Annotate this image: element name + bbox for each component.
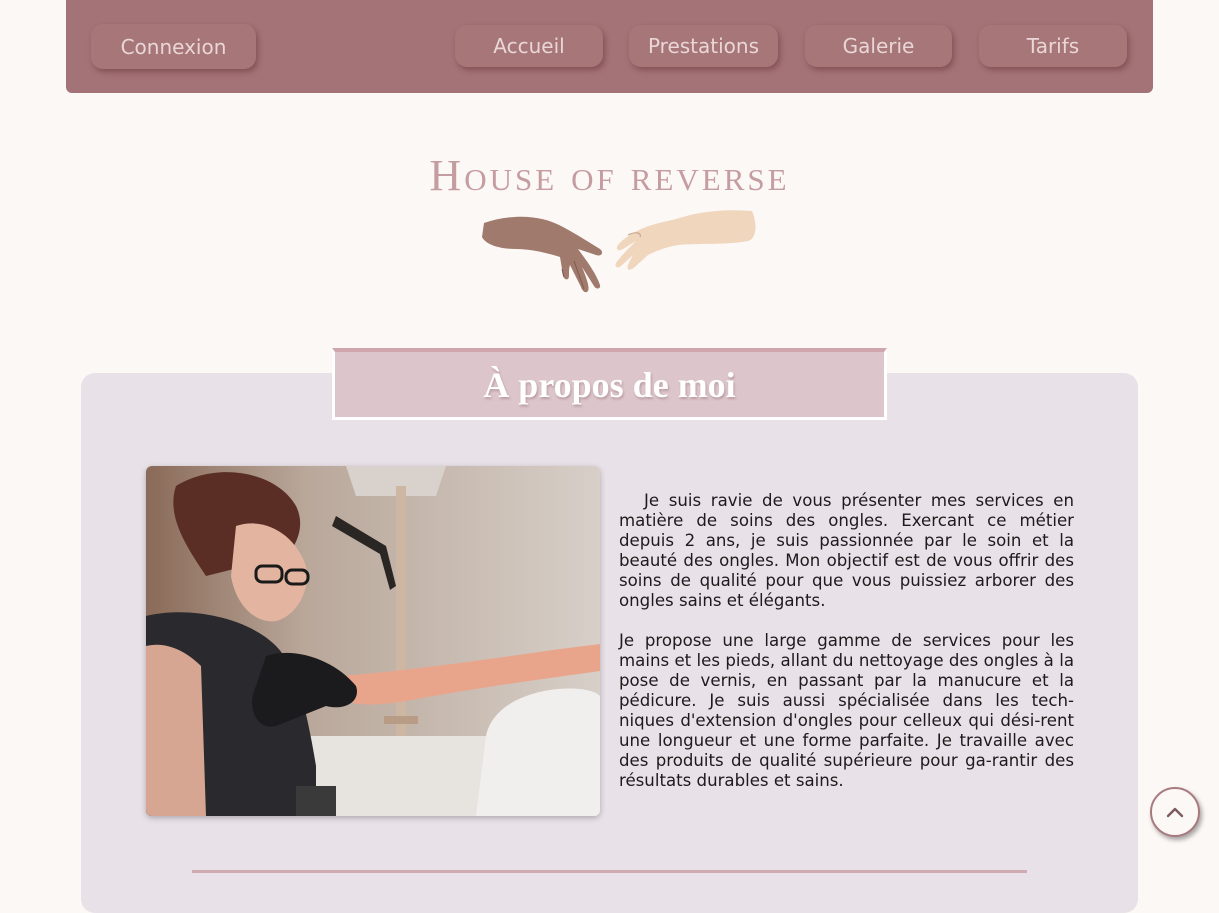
- about-paragraph: Je suis ravie de vous présenter mes serv…: [619, 491, 1074, 610]
- about-paragraph: Je propose une large gamme de services p…: [619, 631, 1074, 790]
- about-title: À propos de moi: [483, 364, 736, 405]
- reaching-hands-icon: [482, 210, 756, 293]
- about-title-banner: À propos de moi: [332, 348, 887, 420]
- login-button[interactable]: Connexion: [91, 24, 256, 69]
- nav-item-prestations[interactable]: Prestations: [629, 25, 778, 67]
- site-title: House of reverse: [429, 151, 790, 200]
- chevron-up-icon: [1166, 807, 1184, 818]
- about-text: Je suis ravie de vous présenter mes serv…: [619, 491, 1074, 811]
- nav-item-accueil[interactable]: Accueil: [455, 25, 603, 67]
- nav-item-tarifs[interactable]: Tarifs: [979, 25, 1127, 67]
- section-divider: [192, 870, 1027, 873]
- top-navbar: Connexion Accueil Prestations Galerie Ta…: [66, 0, 1153, 93]
- scroll-to-top-button[interactable]: [1150, 787, 1200, 837]
- nav-item-galerie[interactable]: Galerie: [805, 25, 952, 67]
- nail-technician-photo: [146, 466, 600, 816]
